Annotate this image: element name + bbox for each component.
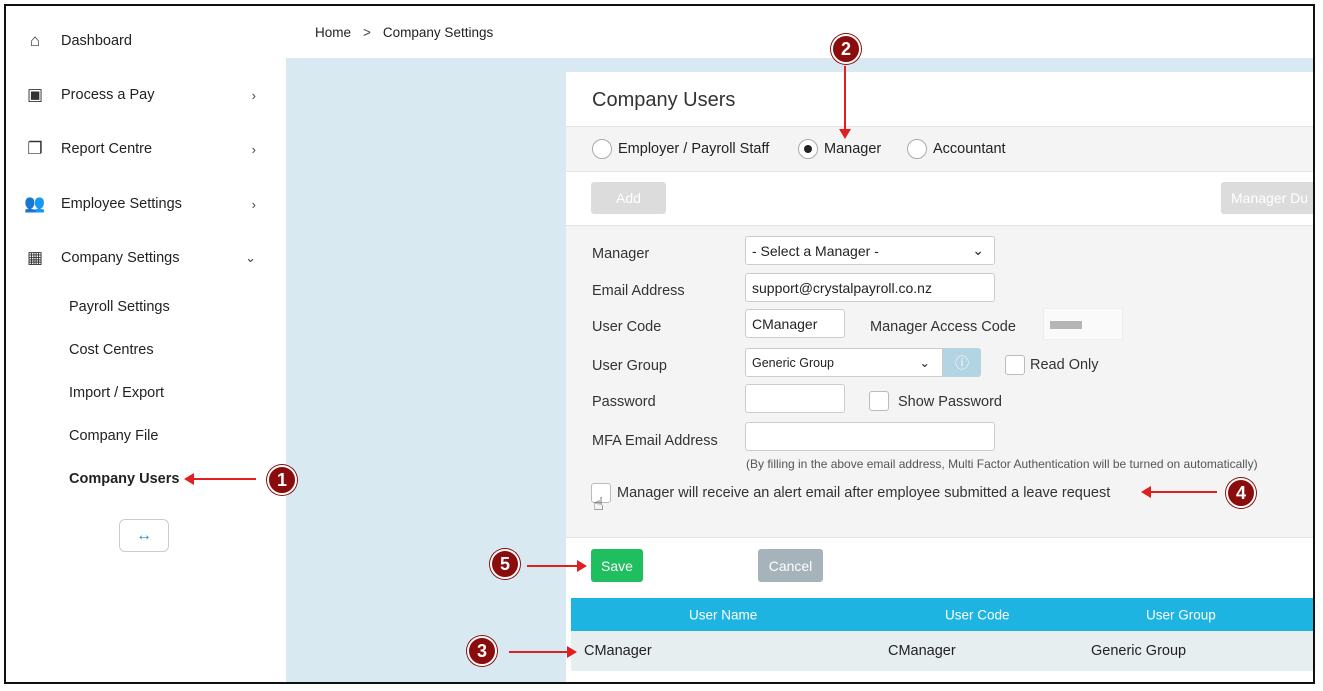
breadcrumb: Home > Company Settings <box>286 6 1313 58</box>
radio-manager[interactable]: Manager <box>798 139 881 159</box>
user-group-value: Generic Group <box>752 355 834 370</box>
sidebar-item-employee-settings[interactable]: 👥 Employee Settings › <box>24 193 264 215</box>
user-code-input[interactable]: CManager <box>745 309 845 338</box>
sidebar-item-report-centre[interactable]: ❐ Report Centre › <box>24 138 264 160</box>
annotation-badge-5: 5 <box>490 549 520 579</box>
chevron-right-icon: › <box>251 141 256 157</box>
page-title: Company Users <box>592 89 736 111</box>
user-code-label: User Code <box>592 319 662 335</box>
cancel-button[interactable]: Cancel <box>758 549 823 582</box>
radio-employer-payroll-staff[interactable]: Employer / Payroll Staff <box>592 139 769 159</box>
sidebar-item-label: Report Centre <box>61 141 153 157</box>
collapse-sidebar-button[interactable]: ↔ <box>119 519 169 552</box>
annotation-badge-1: 1 <box>267 465 297 495</box>
chevron-down-icon: ⌄ <box>245 250 256 265</box>
user-type-radio-group: Employer / Payroll Staff Manager Account… <box>566 126 1313 172</box>
email-input[interactable]: support@crystalpayroll.co.nz <box>745 273 995 302</box>
user-group-select[interactable]: Generic Group ⌄ <box>745 348 943 377</box>
radio-accountant[interactable]: Accountant <box>907 139 1006 159</box>
show-password-label: Show Password <box>898 394 1002 410</box>
company-users-card: Company Users Employer / Payroll Staff M… <box>566 72 1313 682</box>
manager-access-code-field <box>1043 308 1123 340</box>
copy-icon: ❐ <box>27 139 43 158</box>
show-password-checkbox[interactable] <box>869 391 889 411</box>
manager-access-code-label: Manager Access Code <box>870 319 1016 335</box>
info-button[interactable]: ⓘ <box>943 348 981 377</box>
read-only-label: Read Only <box>1030 357 1099 373</box>
building-icon: ▦ <box>26 248 44 267</box>
manager-label: Manager <box>592 246 650 262</box>
mfa-email-input[interactable] <box>745 422 995 451</box>
annotation-arrow-3 <box>509 646 577 658</box>
radio-label: Manager <box>824 141 882 157</box>
radio-label: Accountant <box>933 141 1006 157</box>
manager-duplicate-button[interactable]: Manager Du <box>1221 182 1313 214</box>
mfa-email-label: MFA Email Address <box>592 433 718 449</box>
sidebar-sub-company-users[interactable]: Company Users <box>69 471 179 487</box>
radio-circle[interactable] <box>798 139 818 159</box>
app-window: ⌂ Dashboard ▣ Process a Pay › ❐ Report Centr… <box>4 4 1315 684</box>
sidebar-sub-cost-centres[interactable]: Cost Centres <box>69 342 154 358</box>
annotation-badge-3: 3 <box>467 636 497 666</box>
annotation-arrow-5 <box>527 560 587 572</box>
radio-circle[interactable] <box>907 139 927 159</box>
sidebar-item-label: Process a Pay <box>61 87 155 103</box>
annotation-arrow-2 <box>839 66 851 139</box>
annotation-badge-4: 4 <box>1226 478 1256 508</box>
sidebar: ⌂ Dashboard ▣ Process a Pay › ❐ Report Centr… <box>6 6 286 682</box>
table-row[interactable]: CManager CManager Generic Group <box>571 631 1313 671</box>
cell-user-name: CManager <box>584 643 652 659</box>
info-icon: ⓘ <box>955 354 969 371</box>
password-label: Password <box>592 394 656 410</box>
sidebar-sub-import-export[interactable]: Import / Export <box>69 385 164 401</box>
calendar-icon: ▣ <box>26 85 44 104</box>
read-only-checkbox[interactable] <box>1005 355 1025 375</box>
column-header-user-group[interactable]: User Group <box>1146 607 1216 622</box>
users-table-header: User Name User Code User Group <box>571 598 1313 631</box>
sidebar-item-company-settings[interactable]: ▦ Company Settings ⌄ <box>24 247 264 269</box>
add-button[interactable]: Add <box>591 182 666 214</box>
manager-select[interactable]: - Select a Manager - ⌄ <box>745 236 995 265</box>
user-group-label: User Group <box>592 358 667 374</box>
manager-select-value: - Select a Manager - <box>752 242 879 259</box>
radio-circle[interactable] <box>592 139 612 159</box>
sidebar-item-process-a-pay[interactable]: ▣ Process a Pay › <box>24 84 264 106</box>
main-area: Home > Company Settings Company Users Em… <box>286 6 1313 682</box>
people-icon: 👥 <box>24 194 46 213</box>
mfa-note: (By filling in the above email address, … <box>746 457 1258 471</box>
annotation-arrow-1 <box>184 473 256 485</box>
leave-alert-label: Manager will receive an alert email afte… <box>617 485 1111 501</box>
chevron-right-icon: › <box>251 196 256 212</box>
arrows-horizontal-icon: ↔ <box>136 526 152 544</box>
email-label: Email Address <box>592 283 685 299</box>
annotation-badge-2: 2 <box>831 34 861 64</box>
breadcrumb-separator: > <box>363 24 371 40</box>
column-header-user-code[interactable]: User Code <box>945 607 1010 622</box>
breadcrumb-home[interactable]: Home <box>315 25 351 40</box>
sidebar-item-label: Dashboard <box>61 33 132 49</box>
radio-label: Employer / Payroll Staff <box>618 141 770 157</box>
sidebar-sub-payroll-settings[interactable]: Payroll Settings <box>69 299 170 315</box>
chevron-down-icon: ⌄ <box>972 242 984 258</box>
sidebar-item-label: Company Settings <box>61 250 180 266</box>
cell-user-group: Generic Group <box>1091 643 1187 659</box>
chevron-right-icon: › <box>251 87 256 103</box>
password-input[interactable] <box>745 384 845 413</box>
hand-cursor-icon: ☝ <box>593 494 604 514</box>
sidebar-item-label: Employee Settings <box>61 196 182 212</box>
cell-user-code: CManager <box>888 643 956 659</box>
column-header-user-name[interactable]: User Name <box>689 607 757 622</box>
breadcrumb-current: Company Settings <box>382 24 494 40</box>
blurred-code <box>1050 321 1082 329</box>
sidebar-sub-company-file[interactable]: Company File <box>69 428 158 444</box>
home-icon: ⌂ <box>29 31 41 50</box>
chevron-down-icon: ⌄ <box>919 356 930 370</box>
sidebar-item-dashboard[interactable]: ⌂ Dashboard <box>24 30 264 52</box>
annotation-arrow-4 <box>1141 486 1217 498</box>
save-button[interactable]: Save <box>591 549 643 582</box>
